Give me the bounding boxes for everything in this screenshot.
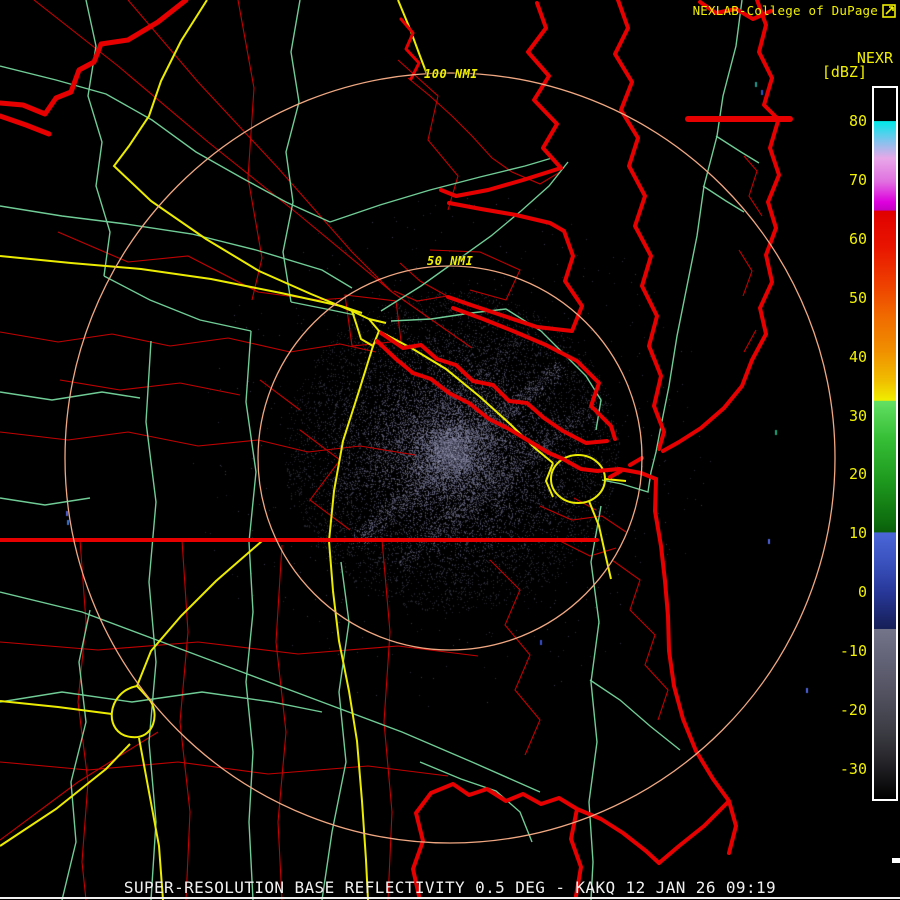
reflectivity-colorbar [872,86,898,801]
corner-mark [892,858,900,863]
basemap-overlay [0,0,900,900]
colorbar-gradient [874,88,896,799]
primary-roads-layer [0,0,759,900]
range-ring-label-50nmi: 50 NMI [427,254,473,268]
product-status-line: SUPER-RESOLUTION BASE REFLECTIVITY 0.5 D… [0,878,900,897]
scale-tick-10: 10 [823,525,867,541]
radar-map-viewport[interactable]: 100 NMI 50 NMI NEXLAB-College of DuPage … [0,0,900,900]
external-link-icon[interactable] [882,4,896,18]
footer-rule [0,897,900,899]
scale-tick-0: 0 [823,584,867,600]
scale-tick-30: 30 [823,408,867,424]
scale-tick--10: -10 [823,643,867,659]
brand-label: NEXLAB-College of DuPage [693,3,878,18]
scale-tick-40: 40 [823,349,867,365]
scale-tick-70: 70 [823,172,867,188]
scale-tick--20: -20 [823,702,867,718]
county-borders-layer [0,0,762,900]
range-ring-label-100nmi: 100 NMI [424,67,478,81]
interstate-roads-layer [0,0,626,900]
scale-tick-20: 20 [823,466,867,482]
scale-tick--30: -30 [823,761,867,777]
scale-tick-60: 60 [823,231,867,247]
scale-tick-50: 50 [823,290,867,306]
scale-units-label: [dBZ] [822,63,867,81]
scale-tick-80: 80 [823,113,867,129]
range-ring-50nmi [258,266,642,650]
shoreline-layer [0,0,790,896]
